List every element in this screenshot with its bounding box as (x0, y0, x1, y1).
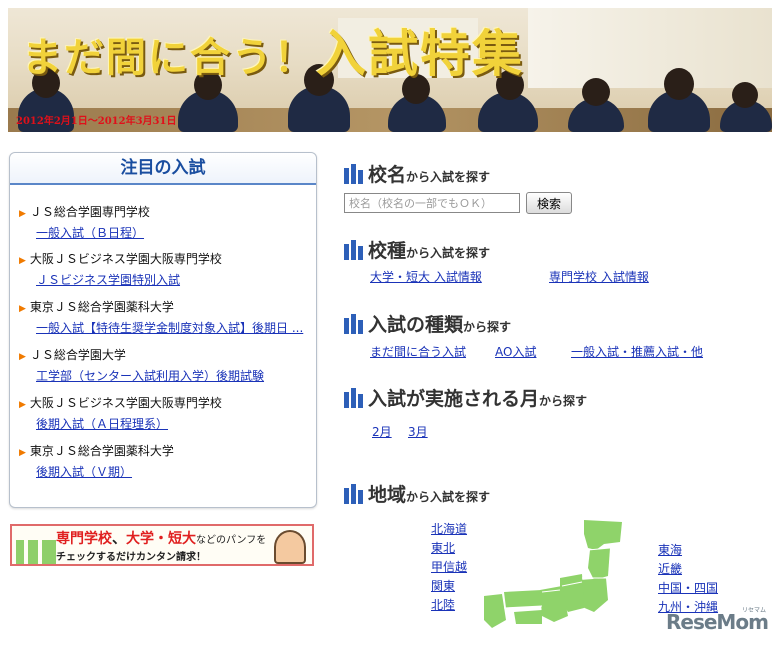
section-title: 地域 (368, 484, 407, 506)
pamphlet-headline: 専門学校、大学・短大などのパンフを (56, 528, 266, 548)
featured-exams-title: 注目の入試 (10, 153, 316, 185)
header-banner: まだ間に合う！入試特集 2012年2月1日～2012年3月31日 (8, 8, 772, 132)
books-icon (344, 314, 364, 334)
link-ao-exam[interactable]: AO入試 (495, 343, 536, 360)
featured-exam-link[interactable]: 一般入試（Ｂ日程） (36, 224, 150, 241)
link-region-tohoku[interactable]: 東北 (431, 539, 455, 556)
pamphlet-text-rest: などのパンフを (196, 535, 267, 546)
banner-student-head (732, 82, 758, 108)
section-subtitle: から探す (539, 394, 588, 408)
banner-student-head (582, 78, 610, 106)
link-region-kanto[interactable]: 関東 (431, 577, 455, 594)
map-shikoku (514, 610, 542, 624)
link-region-kinki[interactable]: 近畿 (658, 560, 682, 577)
featured-school-name: 大阪ＪＳビジネス学園大阪専門学校 (19, 394, 222, 411)
link-region-chugoku-shikoku[interactable]: 中国・四国 (658, 579, 718, 596)
link-region-tokai[interactable]: 東海 (658, 541, 682, 558)
person-illustration (274, 530, 306, 564)
map-tohoku (588, 548, 610, 580)
section-subtitle: から入試を探す (406, 490, 491, 504)
section-subtitle: から入試を探す (406, 246, 491, 260)
section-title: 校名 (368, 164, 407, 186)
map-kyushu (484, 594, 506, 628)
link-region-koshinetsu[interactable]: 甲信越 (431, 558, 467, 575)
link-region-hokkaido[interactable]: 北海道 (431, 520, 467, 537)
section-title: 入試が実施される月 (368, 388, 540, 410)
banner-title-big: 入試特集 (316, 24, 524, 83)
featured-exam-link[interactable]: 一般入試【特待生奨学金制度対象入試】後期日 ... (36, 319, 303, 336)
map-kanto (580, 578, 608, 612)
link-still-in-time[interactable]: まだ間に合う入試 (370, 343, 466, 360)
books-icon (344, 388, 364, 408)
section-title: 入試の種類 (368, 314, 464, 336)
featured-school-name: ＪＳ総合学園大学 (19, 346, 264, 363)
section-name-search: 校名から入試を探す (344, 160, 490, 187)
banner-window-light (528, 8, 772, 88)
link-general-exam[interactable]: 一般入試・推薦入試・他 (571, 343, 703, 360)
city-illustration (16, 540, 56, 564)
featured-school-name: ＪＳ総合学園専門学校 (19, 203, 150, 220)
resemom-logo: ReseMom (666, 610, 769, 634)
featured-item: ＪＳ総合学園専門学校 一般入試（Ｂ日程） (19, 203, 150, 241)
section-exam-kind: 入試の種類から探す (344, 310, 511, 337)
featured-exam-link[interactable]: ＪＳビジネス学園特別入試 (36, 271, 222, 288)
pamphlet-request-banner[interactable]: 専門学校、大学・短大などのパンフを チェックするだけカンタン請求！ (10, 524, 314, 566)
featured-school-name: 東京ＪＳ総合学園薬科大学 (19, 298, 303, 315)
search-button[interactable]: 検索 (526, 192, 572, 214)
books-icon (344, 240, 364, 260)
banner-date: 2012年2月1日～2012年3月31日 (16, 116, 177, 127)
featured-item: 大阪ＪＳビジネス学園大阪専門学校 ＪＳビジネス学園特別入試 (19, 250, 222, 288)
banner-title-small: まだ間に合う！ (22, 34, 316, 81)
featured-school-name: 大阪ＪＳビジネス学園大阪専門学校 (19, 250, 222, 267)
featured-item: ＪＳ総合学園大学 工学部（センター入試利用入学）後期試験 (19, 346, 264, 384)
featured-item: 東京ＪＳ総合学園薬科大学 一般入試【特待生奨学金制度対象入試】後期日 ... (19, 298, 303, 336)
section-exam-month: 入試が実施される月から探す (344, 384, 587, 411)
section-school-type: 校種から入試を探す (344, 236, 490, 263)
featured-exam-link[interactable]: 工学部（センター入試利用入学）後期試験 (36, 367, 264, 384)
books-icon (344, 484, 364, 504)
featured-item: 東京ＪＳ総合学園薬科大学 後期入試（Ｖ期） (19, 442, 174, 480)
link-month-feb[interactable]: 2月 (372, 423, 392, 440)
link-region-hokuriku[interactable]: 北陸 (431, 596, 455, 613)
section-subtitle: から探す (463, 320, 512, 334)
section-region: 地域から入試を探す (344, 480, 490, 507)
school-name-search-input[interactable] (344, 193, 520, 213)
section-subtitle: から入試を探す (406, 170, 491, 184)
featured-exam-link[interactable]: 後期入試（Ｖ期） (36, 463, 174, 480)
section-title: 校種 (368, 240, 407, 262)
pamphlet-subline: チェックするだけカンタン請求！ (56, 552, 206, 563)
featured-item: 大阪ＪＳビジネス学園大阪専門学校 後期入試（Ａ日程理系） (19, 394, 222, 432)
featured-exam-link[interactable]: 後期入試（Ａ日程理系） (36, 415, 222, 432)
books-icon (344, 164, 364, 184)
banner-student-head (664, 68, 694, 100)
featured-school-name: 東京ＪＳ総合学園薬科大学 (19, 442, 174, 459)
link-vocational-exams[interactable]: 専門学校 入試情報 (549, 268, 649, 285)
pamphlet-text-university: 大学・短大 (126, 531, 196, 547)
pamphlet-text-sep: 、 (112, 531, 126, 547)
map-hokkaido (584, 520, 622, 550)
pamphlet-text-vocational: 専門学校 (56, 531, 112, 547)
link-university-exams[interactable]: 大学・短大 入試情報 (370, 268, 482, 285)
japan-map[interactable] (484, 520, 624, 630)
banner-title: まだ間に合う！入試特集 (22, 14, 524, 86)
link-month-mar[interactable]: 3月 (408, 423, 428, 440)
map-chugoku (504, 590, 542, 608)
